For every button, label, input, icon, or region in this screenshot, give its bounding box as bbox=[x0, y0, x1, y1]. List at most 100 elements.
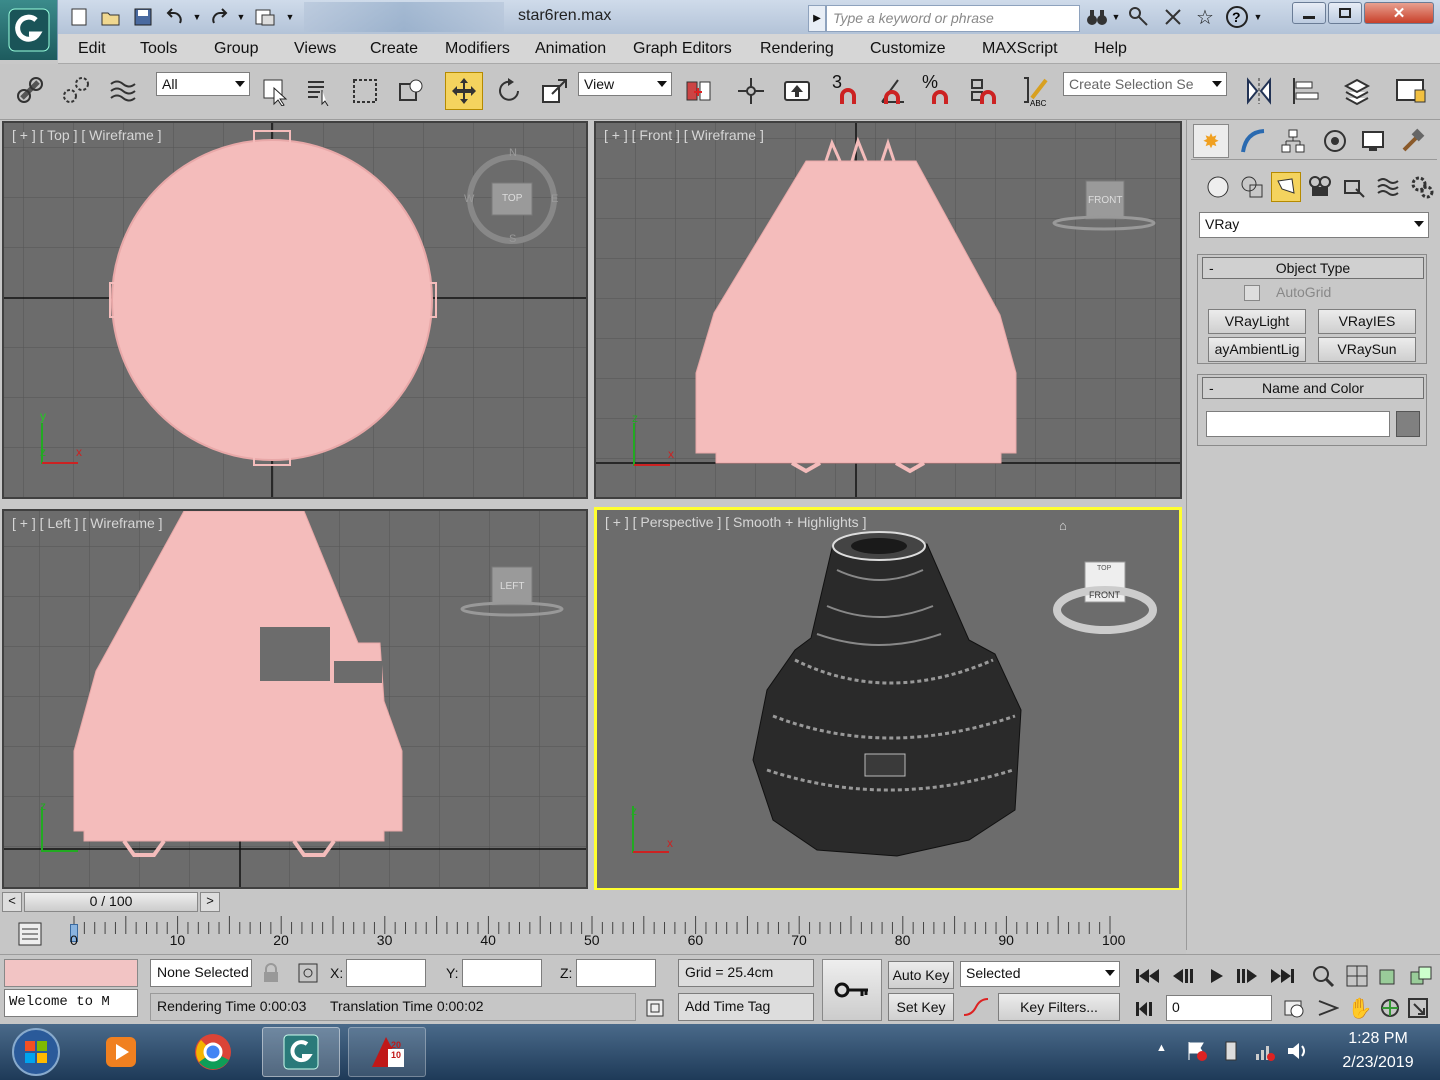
help-icon[interactable]: ? bbox=[1224, 4, 1250, 30]
select-and-scale-icon[interactable] bbox=[536, 72, 574, 110]
select-by-name-icon[interactable] bbox=[300, 72, 338, 110]
select-and-rotate-icon[interactable] bbox=[490, 72, 528, 110]
geometry-icon[interactable] bbox=[1203, 172, 1233, 202]
light-category-dropdown[interactable]: VRay bbox=[1199, 212, 1429, 238]
add-time-tag-button[interactable]: Add Time Tag bbox=[678, 993, 814, 1021]
vrayambientlight-button[interactable]: ayAmbientLig bbox=[1208, 337, 1306, 362]
shapes-icon[interactable] bbox=[1237, 172, 1267, 202]
z-coordinate-input[interactable] bbox=[576, 959, 656, 987]
minimize-button[interactable] bbox=[1292, 2, 1326, 24]
viewport-left-label[interactable]: [ + ] [ Left ] [ Wireframe ] bbox=[12, 515, 163, 531]
default-in-out-tangents-icon[interactable] bbox=[962, 995, 990, 1019]
select-and-link-icon[interactable] bbox=[12, 72, 50, 110]
binoculars-icon[interactable] bbox=[1084, 4, 1110, 30]
vraylight-button[interactable]: VRayLight bbox=[1208, 309, 1306, 334]
zoom-extents-icon[interactable] bbox=[1374, 961, 1404, 991]
safely-remove-icon[interactable] bbox=[1220, 1040, 1242, 1062]
viewcube-top-face[interactable]: TOP bbox=[502, 193, 522, 204]
undo-icon[interactable] bbox=[162, 4, 188, 30]
edit-named-selection-sets-icon[interactable]: ABC bbox=[1016, 72, 1054, 110]
mirror-icon[interactable] bbox=[1240, 72, 1278, 110]
save-icon[interactable] bbox=[130, 4, 156, 30]
time-slider-thumb[interactable]: 0 / 100 bbox=[24, 892, 198, 912]
new-file-icon[interactable] bbox=[66, 4, 92, 30]
create-tab-icon[interactable]: ✸ bbox=[1193, 124, 1229, 158]
project-folder-icon[interactable] bbox=[252, 4, 278, 30]
set-key-button[interactable]: Set Key bbox=[888, 993, 954, 1021]
time-tag-icon[interactable] bbox=[644, 997, 668, 1019]
select-and-move-icon[interactable] bbox=[445, 72, 483, 110]
vrayies-button[interactable]: VRayIES bbox=[1318, 309, 1416, 334]
object-color-swatch[interactable] bbox=[1396, 411, 1420, 437]
menu-customize[interactable]: Customize bbox=[870, 40, 946, 58]
time-slider-prev-button[interactable]: < bbox=[2, 892, 22, 912]
snaps-toggle-icon[interactable]: 3 bbox=[826, 72, 864, 110]
helpers-icon[interactable] bbox=[1339, 172, 1369, 202]
lock-icon[interactable] bbox=[262, 963, 280, 983]
spinner-snap-toggle-icon[interactable] bbox=[964, 72, 1002, 110]
volume-icon[interactable] bbox=[1286, 1040, 1310, 1062]
menu-create[interactable]: Create bbox=[370, 40, 418, 58]
autocad-taskbar-icon[interactable]: 20 10 bbox=[348, 1027, 426, 1077]
viewport-top[interactable]: [ + ] [ Top ] [ Wireframe ] TOP N W E S … bbox=[2, 121, 588, 499]
systems-icon[interactable] bbox=[1407, 172, 1437, 202]
network-icon[interactable] bbox=[1254, 1040, 1276, 1062]
keyboard-shortcut-override-icon[interactable] bbox=[778, 72, 816, 110]
display-tab-icon[interactable] bbox=[1355, 124, 1391, 158]
set-key-icon[interactable] bbox=[822, 959, 882, 1021]
select-object-icon[interactable] bbox=[256, 72, 294, 110]
graphite-modeling-tools-icon[interactable] bbox=[1392, 72, 1430, 110]
align-icon[interactable] bbox=[1286, 72, 1324, 110]
object-name-input[interactable] bbox=[1206, 411, 1390, 437]
x-coordinate-input[interactable] bbox=[346, 959, 426, 987]
zoom-extents-all-icon[interactable] bbox=[1406, 961, 1436, 991]
viewport-perspective-label[interactable]: [ + ] [ Perspective ] [ Smooth + Highlig… bbox=[605, 514, 866, 530]
search-input[interactable]: Type a keyword or phrase bbox=[826, 5, 1080, 32]
percent-snap-toggle-icon[interactable]: % bbox=[918, 72, 956, 110]
viewcube-persp-front-face[interactable]: FRONT bbox=[1089, 590, 1120, 600]
clock-time[interactable]: 1:28 PM bbox=[1330, 1030, 1426, 1048]
menu-tools[interactable]: Tools bbox=[140, 40, 177, 58]
3dsmax-taskbar-icon[interactable] bbox=[262, 1027, 340, 1077]
menu-help[interactable]: Help bbox=[1094, 40, 1127, 58]
motion-tab-icon[interactable] bbox=[1317, 124, 1353, 158]
open-mini-curve-editor-icon[interactable] bbox=[16, 920, 44, 948]
selection-filter-dropdown[interactable]: All bbox=[156, 72, 250, 96]
cameras-icon[interactable] bbox=[1305, 172, 1335, 202]
viewport-front-label[interactable]: [ + ] [ Front ] [ Wireframe ] bbox=[604, 127, 764, 143]
zoom-icon[interactable] bbox=[1308, 961, 1338, 991]
app-logo-button[interactable] bbox=[0, 0, 58, 60]
help-dropdown-icon[interactable]: ▼ bbox=[1252, 4, 1264, 30]
select-and-manipulate-icon[interactable] bbox=[732, 72, 770, 110]
autogrid-checkbox[interactable] bbox=[1244, 285, 1260, 301]
maximize-viewport-icon[interactable] bbox=[1404, 995, 1432, 1021]
clock-date[interactable]: 2/23/2019 bbox=[1330, 1054, 1426, 1072]
modify-tab-icon[interactable] bbox=[1235, 124, 1271, 158]
media-player-icon[interactable] bbox=[82, 1027, 160, 1077]
vraysun-button[interactable]: VRaySun bbox=[1318, 337, 1416, 362]
hierarchy-tab-icon[interactable] bbox=[1275, 124, 1311, 158]
favorites-star-icon[interactable]: ☆ bbox=[1192, 4, 1218, 30]
pan-view-icon[interactable]: ✋ bbox=[1346, 995, 1374, 1021]
start-button-icon[interactable] bbox=[6, 1026, 66, 1078]
time-configuration-icon[interactable] bbox=[1280, 995, 1308, 1021]
auto-key-button[interactable]: Auto Key bbox=[888, 961, 954, 989]
go-to-end-icon[interactable] bbox=[1268, 963, 1298, 989]
object-type-rollout-header[interactable]: - Object Type bbox=[1202, 257, 1424, 279]
angle-snap-toggle-icon[interactable] bbox=[872, 72, 910, 110]
space-warps-icon[interactable] bbox=[1373, 172, 1403, 202]
viewport-front[interactable]: [ + ] [ Front ] [ Wireframe ] FRONT z x bbox=[594, 121, 1182, 499]
maxscript-listener-pink[interactable] bbox=[4, 959, 138, 987]
redo-icon[interactable] bbox=[206, 4, 232, 30]
subscription-key-icon[interactable] bbox=[1126, 4, 1152, 30]
maxscript-listener-white[interactable]: Welcome to M bbox=[4, 989, 138, 1017]
viewport-perspective[interactable]: [ + ] [ Perspective ] [ Smooth + Highlig… bbox=[594, 507, 1182, 891]
chrome-icon[interactable] bbox=[174, 1027, 252, 1077]
menu-edit[interactable]: Edit bbox=[78, 40, 106, 58]
layer-manager-icon[interactable] bbox=[1338, 72, 1376, 110]
use-pivot-point-center-icon[interactable] bbox=[680, 72, 718, 110]
key-mode-toggle-icon[interactable] bbox=[1132, 997, 1162, 1021]
viewcube-front-face[interactable]: FRONT bbox=[1088, 195, 1122, 206]
absolute-mode-transform-icon[interactable] bbox=[296, 961, 320, 985]
unlink-selection-icon[interactable] bbox=[58, 72, 96, 110]
